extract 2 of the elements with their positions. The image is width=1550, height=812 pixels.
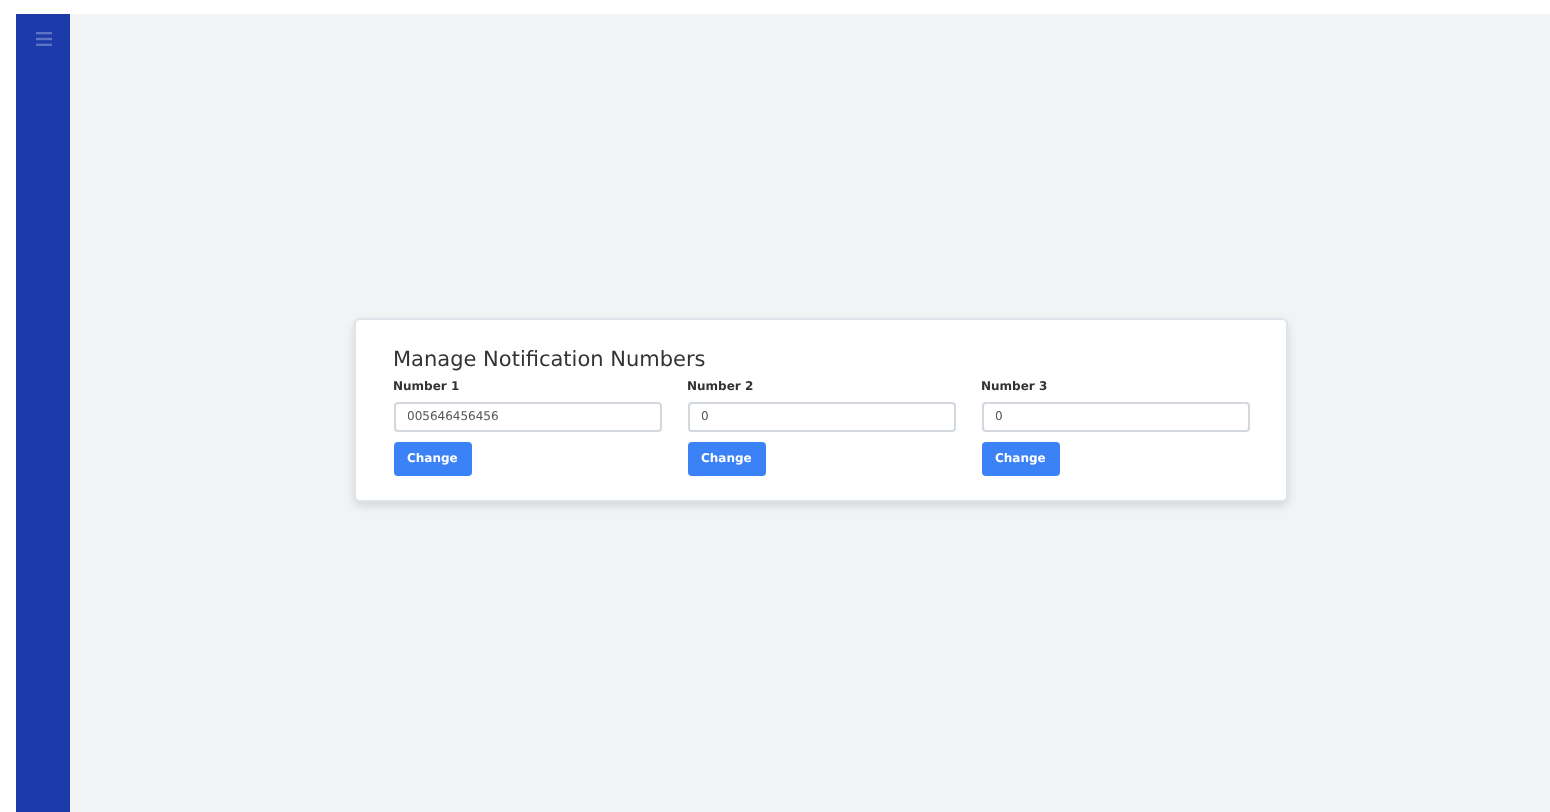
menu-icon[interactable] — [35, 32, 51, 46]
card-title: Manage Notification Numbers — [393, 347, 708, 371]
